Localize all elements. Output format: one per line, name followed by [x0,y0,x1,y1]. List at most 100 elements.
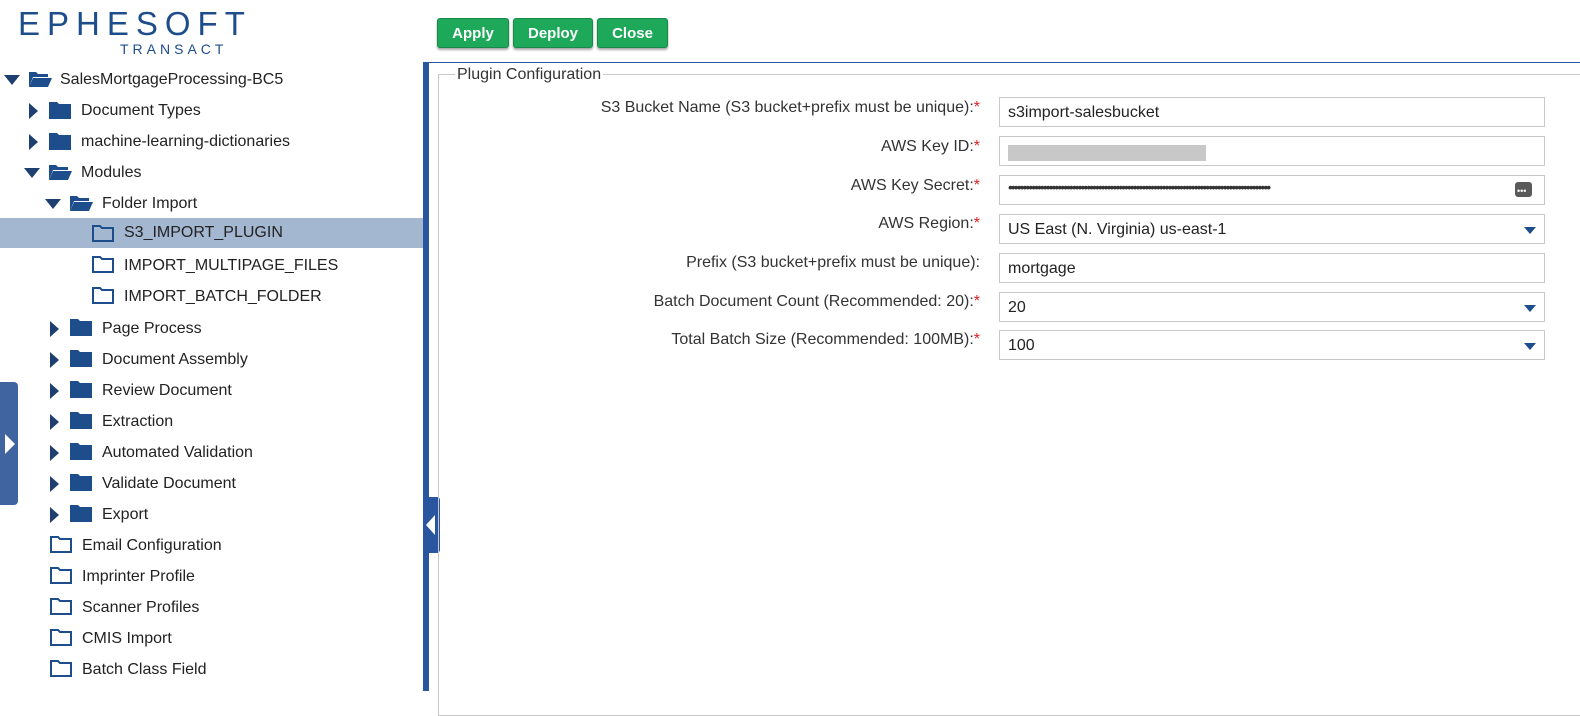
folder-icon [49,132,71,150]
expand-down-icon[interactable] [4,75,20,85]
folder-icon [70,473,92,491]
tree-node-label: Batch Class Field [82,661,207,678]
ephesoft-logo: EPHESOFT TRANSACT [18,6,248,58]
tree-node-label: Imprinter Profile [82,568,195,585]
label-text: AWS Key Secret: [850,177,974,194]
select-value: 100 [1008,337,1035,354]
plugin-configuration-panel [438,74,1580,716]
password-reveal-icon[interactable]: ••• [1515,182,1532,197]
tree-node-cmis-import[interactable]: CMIS Import [0,624,423,654]
prefix-input[interactable]: mortgage [999,253,1545,283]
folder-open-icon [28,70,52,88]
expand-right-icon[interactable] [50,414,59,430]
required-mark: * [973,99,980,116]
folder-outline-icon [50,535,72,553]
aws-region-select[interactable]: US East (N. Virginia) us-east-1 [999,214,1545,244]
folder-icon [70,380,92,398]
tree-node-label: Document Assembly [102,351,248,368]
required-mark: * [973,177,980,194]
tree-node-label: Email Configuration [82,537,222,554]
left-panel-expand-handle[interactable] [0,382,18,505]
tree-node-automated-validation[interactable]: Automated Validation [0,438,423,468]
chevron-down-icon[interactable] [1524,343,1536,350]
field-value: mortgage [1008,260,1076,277]
plugin-configuration-legend: Plugin Configuration [455,66,604,84]
tree-node-label: SalesMortgageProcessing-BC5 [60,71,284,88]
expand-right-icon[interactable] [50,383,59,399]
tree-node-email-configuration[interactable]: Email Configuration [0,531,423,561]
aws-key-id-input[interactable] [999,136,1545,166]
expand-down-icon[interactable] [45,199,61,209]
tree-node-label: CMIS Import [82,630,172,647]
tree-node-batch-class-field[interactable]: Batch Class Field [0,655,423,685]
apply-button[interactable]: Apply [437,18,509,48]
required-mark: * [973,215,980,232]
panel-divider[interactable] [423,62,429,691]
tree-node-label: Document Types [81,102,201,119]
aws-key-secret-input[interactable]: ••••••••••••••••••••••••••••••••••••••••… [999,175,1545,205]
tree-node-label: Automated Validation [102,444,253,461]
tree-node-s3-import-plugin[interactable]: S3_IMPORT_PLUGIN [0,218,423,248]
folder-icon [70,349,92,367]
tree-node-label: Validate Document [102,475,236,492]
prefix-label: Prefix (S3 bucket+prefix must be unique)… [686,254,980,272]
tree-node-imprinter-profile[interactable]: Imprinter Profile [0,562,423,592]
s3-bucket-name-input[interactable]: s3import-salesbucket [999,97,1545,127]
tree-node-validate-document[interactable]: Validate Document [0,469,423,499]
expand-right-icon[interactable] [50,507,59,523]
tree-node-import-multipage-files[interactable]: IMPORT_MULTIPAGE_FILES [0,251,423,281]
folder-outline-icon [50,628,72,646]
label-text: S3 Bucket Name (S3 bucket+prefix must be… [600,99,974,116]
label-text: Batch Document Count (Recommended: 20): [653,293,974,310]
folder-icon [70,411,92,429]
batch-document-count-select[interactable]: 20 [999,292,1545,322]
tree-node-folder-import[interactable]: Folder Import [0,189,423,219]
batch-class-tree: SalesMortgageProcessing-BC5 Document Typ… [0,64,423,691]
tree-node-page-process[interactable]: Page Process [0,314,423,344]
expand-right-icon[interactable] [50,352,59,368]
expand-right-icon[interactable] [29,134,38,150]
label-text: Total Batch Size (Recommended: 100MB): [671,331,974,348]
tree-node-label: Page Process [102,320,202,337]
total-batch-size-select[interactable]: 100 [999,330,1545,360]
tree-node-label: S3_IMPORT_PLUGIN [124,224,283,241]
folder-open-icon [69,194,93,212]
toolbar: Apply Deploy Close [437,18,668,48]
folder-icon [70,442,92,460]
chevron-down-icon[interactable] [1524,227,1536,234]
s3-bucket-name-label: S3 Bucket Name (S3 bucket+prefix must be… [601,99,980,117]
chevron-down-icon[interactable] [1524,305,1536,312]
tree-node-label: Folder Import [102,195,198,212]
required-mark: * [973,293,980,310]
deploy-button[interactable]: Deploy [513,18,593,48]
tree-node-import-batch-folder[interactable]: IMPORT_BATCH_FOLDER [0,282,423,312]
expand-right-icon[interactable] [50,476,59,492]
tree-node-modules[interactable]: Modules [0,158,423,188]
folder-outline-icon [92,224,114,242]
tree-node-ml-dictionaries[interactable]: machine-learning-dictionaries [0,127,423,157]
tree-node-label: IMPORT_BATCH_FOLDER [124,288,322,305]
tree-node-label: machine-learning-dictionaries [81,133,290,150]
tree-node-export[interactable]: Export [0,500,423,530]
folder-outline-icon [92,286,114,304]
close-button[interactable]: Close [597,18,668,48]
folder-icon [49,101,71,119]
expand-right-icon[interactable] [29,103,38,119]
tree-node-label: Export [102,506,149,523]
tree-node-scanner-profiles[interactable]: Scanner Profiles [0,593,423,623]
expand-right-icon[interactable] [50,321,59,337]
folder-outline-icon [50,597,72,615]
tree-node-extraction[interactable]: Extraction [0,407,423,437]
expand-down-icon[interactable] [24,168,40,178]
tree-node-label: Modules [81,164,142,181]
select-value: US East (N. Virginia) us-east-1 [1008,221,1227,238]
tree-node-document-assembly[interactable]: Document Assembly [0,345,423,375]
tree-node-label: Extraction [102,413,174,430]
expand-right-icon[interactable] [50,445,59,461]
tree-node-review-document[interactable]: Review Document [0,376,423,406]
password-dots: ••••••••••••••••••••••••••••••••••••••••… [1008,179,1271,195]
tree-node-root[interactable]: SalesMortgageProcessing-BC5 [0,65,423,95]
tree-node-document-types[interactable]: Document Types [0,96,423,126]
required-mark: * [973,331,980,348]
tree-node-label: IMPORT_MULTIPAGE_FILES [124,257,339,274]
